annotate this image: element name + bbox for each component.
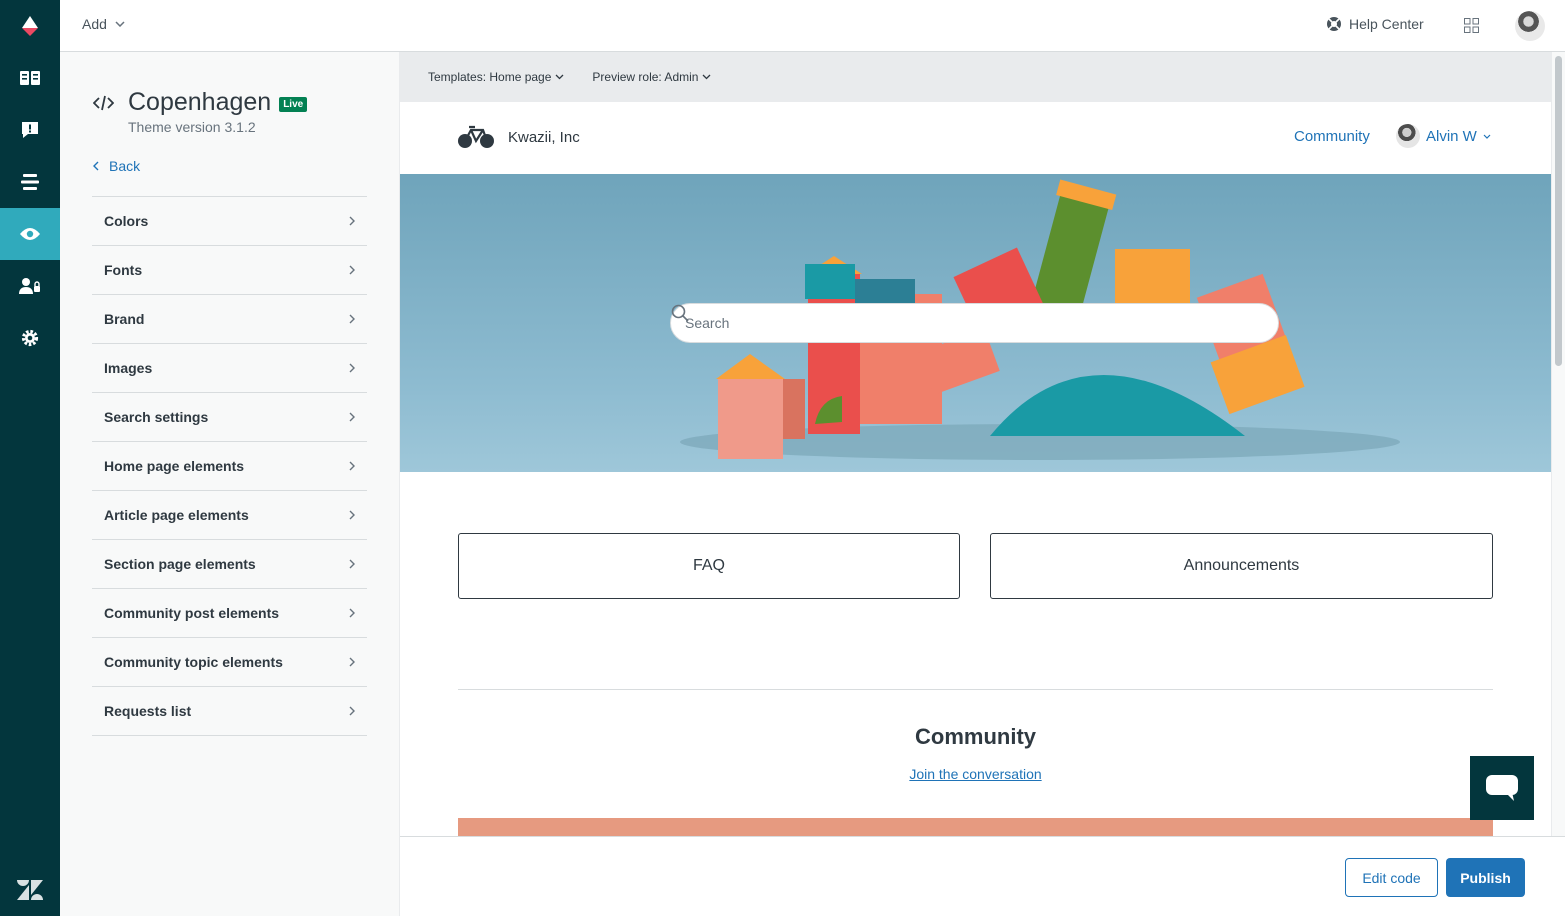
preview-role-dropdown[interactable]: Preview role: Admin (592, 70, 711, 84)
hero-banner: Search (400, 174, 1551, 472)
settings-menu: Colors Fonts Brand Images Search setting… (92, 196, 367, 736)
zendesk-icon[interactable] (0, 864, 60, 916)
chevron-down-icon (555, 74, 564, 80)
preview-scrollbar[interactable] (1551, 52, 1565, 836)
add-label: Add (82, 16, 107, 32)
menu-item-requests-list[interactable]: Requests list (92, 687, 367, 736)
theme-header: Copenhagen Live (93, 88, 308, 117)
search-input[interactable]: Search (670, 303, 1279, 343)
chevron-right-icon (349, 363, 355, 373)
divider (458, 689, 1493, 690)
user-avatar-small (1396, 124, 1420, 148)
preview-toolbar: Templates: Home page Preview role: Admin (400, 52, 1551, 102)
menu-item-community-post-elements[interactable]: Community post elements (92, 589, 367, 638)
menu-item-section-page-elements[interactable]: Section page elements (92, 540, 367, 589)
menu-item-label: Article page elements (104, 507, 249, 523)
user-permissions-icon[interactable] (0, 260, 60, 312)
chevron-right-icon (349, 510, 355, 520)
menu-item-label: Community post elements (104, 605, 280, 621)
chat-bubble-icon (1486, 775, 1518, 801)
nav-rail (0, 0, 60, 916)
community-title: Community (915, 724, 1036, 749)
help-center-label: Help Center (1349, 16, 1424, 32)
menu-item-label: Section page elements (104, 556, 256, 572)
footer-bar: Edit code Publish (400, 836, 1565, 916)
menu-item-search-settings[interactable]: Search settings (92, 393, 367, 442)
menu-item-brand[interactable]: Brand (92, 295, 367, 344)
brand-name: Kwazii, Inc (508, 128, 580, 146)
theme-name: Copenhagen (128, 88, 272, 116)
gear-icon[interactable] (0, 312, 60, 364)
menu-item-label: Fonts (104, 262, 143, 278)
search-placeholder: Search (685, 315, 730, 331)
chevron-right-icon (349, 216, 355, 226)
faq-block[interactable]: FAQ (458, 533, 960, 599)
community-banner-image (458, 818, 1493, 836)
menu-item-label: Brand (104, 311, 145, 327)
menu-item-label: Home page elements (104, 458, 245, 474)
eye-icon[interactable] (0, 208, 60, 260)
user-avatar[interactable] (1515, 11, 1545, 41)
community-nav-link[interactable]: Community (1294, 128, 1370, 145)
guide-icon[interactable] (0, 52, 60, 104)
chevron-right-icon (349, 706, 355, 716)
chevron-right-icon (349, 412, 355, 422)
chevron-down-icon (702, 74, 711, 80)
menu-item-fonts[interactable]: Fonts (92, 246, 367, 295)
announcements-block[interactable]: Announcements (990, 533, 1493, 599)
chevron-right-icon (349, 461, 355, 471)
chevron-down-icon (115, 21, 125, 27)
theme-preview: Templates: Home page Preview role: Admin… (400, 52, 1551, 836)
chevron-left-icon (93, 161, 99, 171)
top-bar: Add Help Center (60, 0, 1565, 52)
theme-version: Theme version 3.1.2 (128, 119, 256, 135)
chevron-right-icon (349, 657, 355, 667)
back-label: Back (109, 158, 141, 174)
menu-item-label: Requests list (104, 703, 192, 719)
live-badge: Live (279, 96, 308, 112)
search-icon (671, 304, 689, 322)
brand-logo-link[interactable]: Kwazii, Inc (458, 125, 580, 149)
menu-item-label: Colors (104, 213, 149, 229)
lifebuoy-icon (1327, 17, 1341, 31)
bicycle-icon (458, 125, 494, 148)
help-center-header: Kwazii, Inc Community Alvin W (400, 102, 1551, 174)
chevron-right-icon (349, 559, 355, 569)
templates-label: Templates: Home page (428, 70, 552, 84)
user-menu[interactable]: Alvin W (1396, 124, 1491, 148)
menu-item-colors[interactable]: Colors (92, 197, 367, 246)
help-center-link[interactable]: Help Center (1326, 16, 1424, 32)
chevron-right-icon (349, 265, 355, 275)
preview-role-label: Preview role: Admin (592, 70, 699, 84)
menu-item-article-page-elements[interactable]: Article page elements (92, 491, 367, 540)
menu-item-label: Community topic elements (104, 654, 283, 670)
apps-grid-icon[interactable] (1464, 18, 1479, 38)
menu-item-images[interactable]: Images (92, 344, 367, 393)
chevron-down-icon (1483, 134, 1491, 139)
add-menu[interactable]: Add (82, 16, 125, 32)
menu-item-label: Search settings (104, 409, 209, 425)
chevron-right-icon (349, 314, 355, 324)
back-link[interactable]: Back (93, 158, 140, 174)
join-conversation-link[interactable]: Join the conversation (400, 766, 1551, 782)
arrange-icon[interactable] (0, 156, 60, 208)
user-name: Alvin W (1426, 127, 1477, 145)
code-icon (93, 95, 114, 110)
chat-widget-button[interactable] (1470, 756, 1534, 820)
logo-icon[interactable] (0, 0, 60, 52)
chevron-right-icon (349, 608, 355, 618)
menu-item-community-topic-elements[interactable]: Community topic elements (92, 638, 367, 687)
theme-settings-panel: Copenhagen Live Theme version 3.1.2 Back… (60, 52, 400, 916)
scrollbar-thumb[interactable] (1555, 56, 1562, 366)
menu-item-home-page-elements[interactable]: Home page elements (92, 442, 367, 491)
feedback-icon[interactable] (0, 104, 60, 156)
edit-code-button[interactable]: Edit code (1345, 858, 1438, 897)
menu-item-label: Images (104, 360, 153, 376)
templates-dropdown[interactable]: Templates: Home page (428, 70, 564, 84)
publish-button[interactable]: Publish (1446, 858, 1525, 897)
